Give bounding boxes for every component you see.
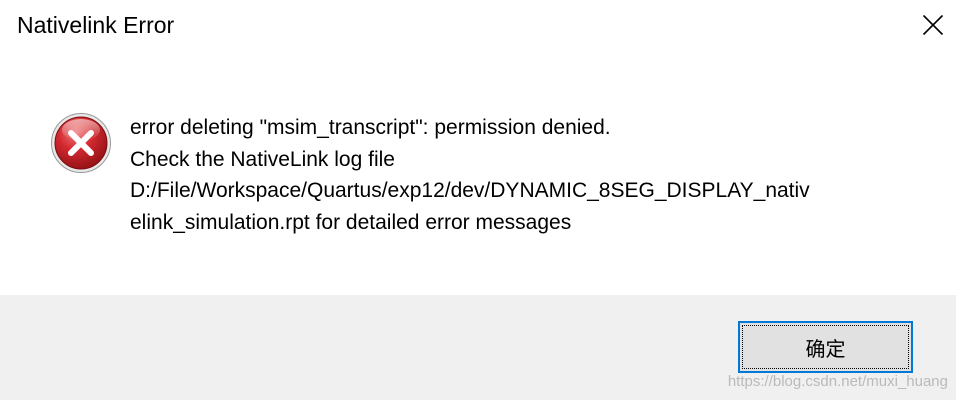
title-bar: Nativelink Error [0,0,956,52]
ok-button[interactable]: 确定 [738,321,913,373]
error-dialog: Nativelink Error error deleting "msim_tr… [0,0,956,400]
error-message: error deleting "msim_transcript": permis… [130,112,890,238]
window-title: Nativelink Error [17,12,175,38]
close-icon [922,14,944,36]
message-line: elink_simulation.rpt for detailed error … [130,210,572,234]
message-line: error deleting "msim_transcript": permis… [130,116,611,139]
watermark: https://blog.csdn.net/muxi_huang [727,373,948,390]
close-button[interactable] [910,0,956,50]
message-line: D:/File/Workspace/Quartus/exp12/dev/DYNA… [130,179,810,202]
message-line: Check the NativeLink log file [130,147,395,171]
dialog-content: error deleting "msim_transcript": permis… [0,52,956,295]
error-icon [51,113,111,173]
button-bar: 确定 https://blog.csdn.net/muxi_huang [0,295,956,400]
